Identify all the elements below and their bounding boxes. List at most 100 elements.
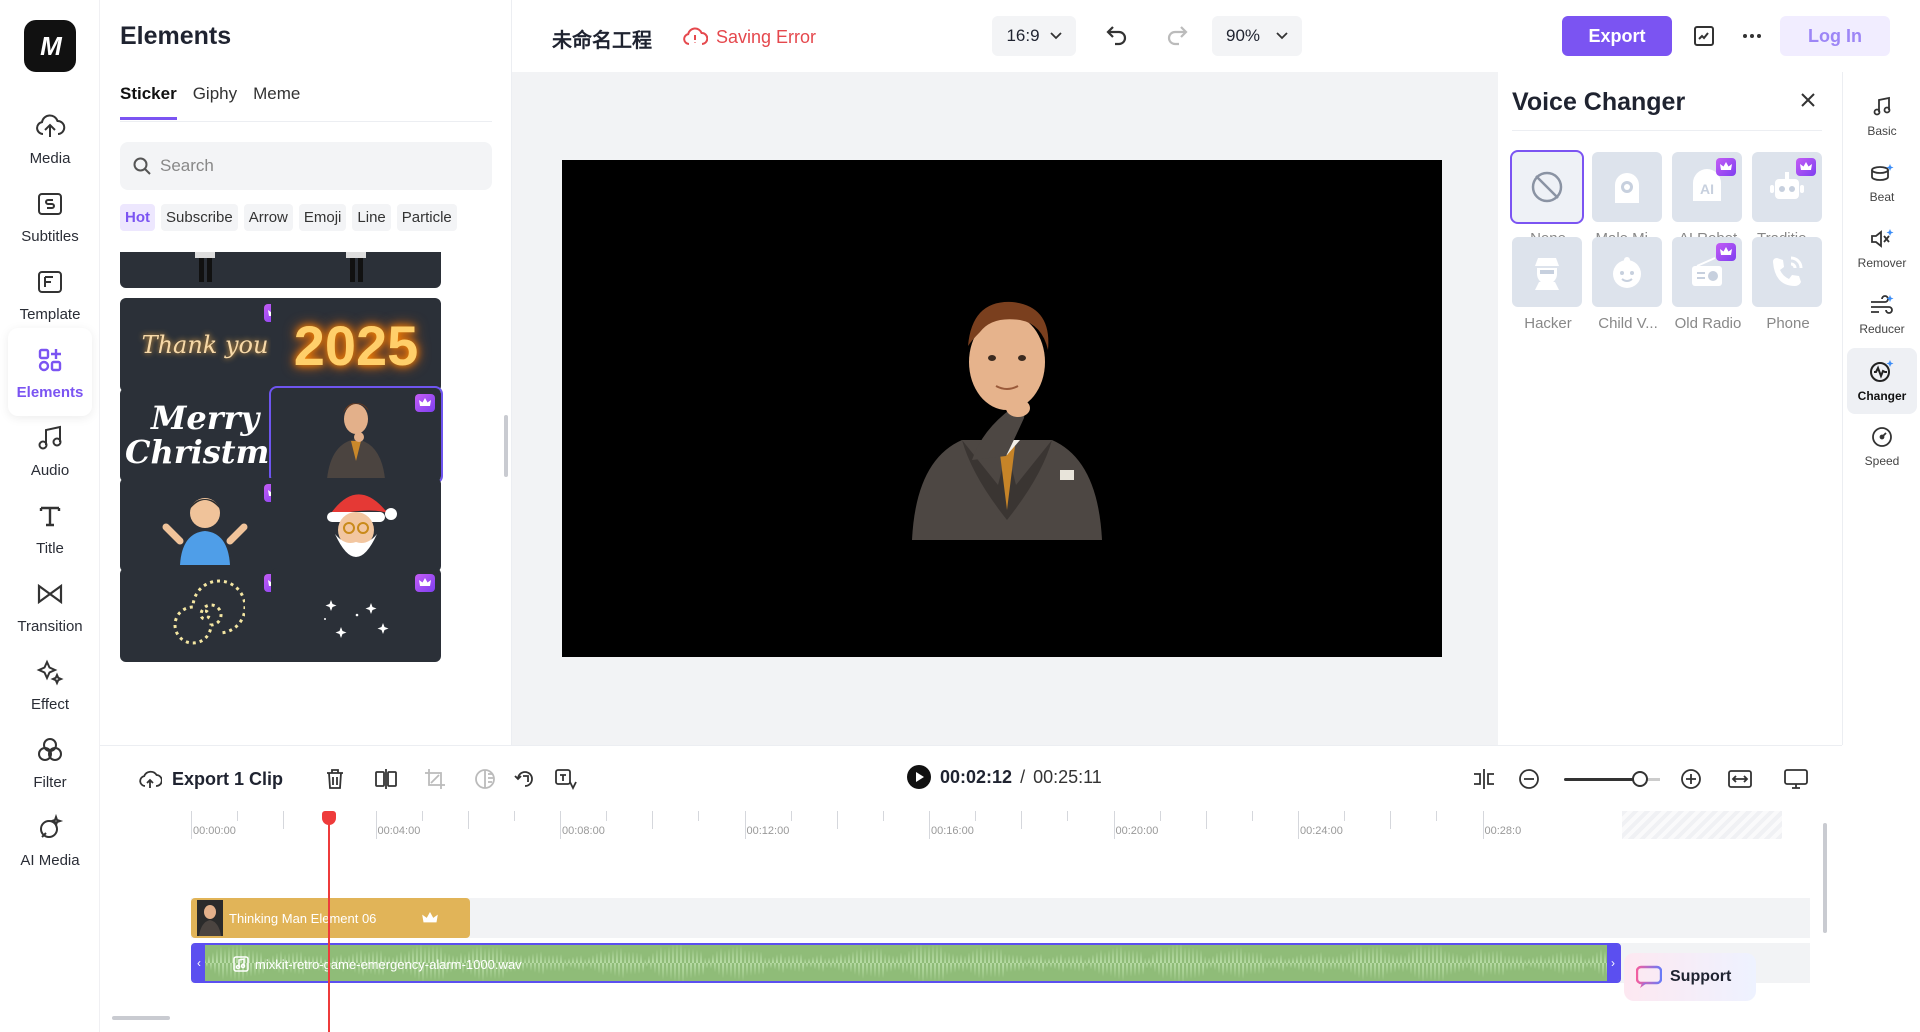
sticker-dancer-left[interactable]	[120, 252, 290, 288]
sticker-shrug-man[interactable]	[120, 478, 290, 572]
voice-none[interactable]: None	[1512, 152, 1584, 247]
voice-hacker[interactable]: Hacker	[1512, 237, 1584, 332]
app-logo[interactable]: M	[24, 20, 76, 72]
support-button[interactable]: Support	[1624, 953, 1756, 1001]
delete-icon[interactable]	[324, 768, 346, 790]
rail-item-changer[interactable]: Changer	[1847, 348, 1917, 414]
audio-clip[interactable]: ‹ mixkit-retro-game-emergency-alarm-1000…	[191, 943, 1621, 983]
rail-label: Changer	[1858, 389, 1907, 403]
sticker-merry-christmas[interactable]: Merry Christmas	[120, 388, 290, 482]
export-button[interactable]: Export	[1562, 16, 1672, 56]
save-status[interactable]: Saving Error	[682, 26, 816, 48]
ruler-minor-tick	[837, 811, 838, 829]
zoom-select[interactable]: 90%	[1212, 16, 1302, 56]
split-icon[interactable]	[374, 768, 398, 790]
nav-item-media[interactable]: Media	[8, 94, 92, 182]
rail-item-speed[interactable]: Speed	[1847, 414, 1917, 480]
rail-item-reducer[interactable]: Reducer	[1847, 282, 1917, 348]
play-icon[interactable]	[906, 764, 932, 790]
video-canvas[interactable]	[562, 160, 1442, 657]
export-clip-button[interactable]: Export 1 Clip	[138, 768, 283, 790]
rail-item-basic[interactable]: Basic	[1847, 84, 1917, 150]
nav-item-ai-media[interactable]: AI Media	[8, 796, 92, 884]
ruler-minor-tick	[237, 811, 238, 821]
edit-notes-icon[interactable]	[1692, 24, 1716, 48]
ruler-minor-tick	[468, 811, 469, 829]
rail-label: Basic	[1867, 124, 1896, 138]
nav-item-audio[interactable]: Audio	[8, 406, 92, 494]
nav-item-transition[interactable]: Transition	[8, 562, 92, 650]
sticker-twinkle-stars[interactable]	[271, 568, 441, 662]
sticker-clip[interactable]: Thinking Man Element 06	[191, 898, 470, 938]
zoom-in-icon[interactable]	[1680, 768, 1702, 790]
crop-icon[interactable]	[424, 768, 446, 790]
voice-phone[interactable]: Phone	[1752, 237, 1824, 332]
aspect-ratio-select[interactable]: 16:9	[992, 16, 1076, 56]
speed-reverse-icon[interactable]	[514, 768, 536, 790]
sticker-scrollbar[interactable]	[504, 415, 508, 477]
timeline-horizontal-scrollbar[interactable]	[112, 1016, 170, 1020]
premium-crown-icon	[415, 394, 435, 412]
star-spiral-icon	[165, 575, 245, 655]
rail-item-beat[interactable]: Beat	[1847, 150, 1917, 216]
timeline-vertical-scrollbar[interactable]	[1823, 823, 1827, 933]
voice-old-radio[interactable]: Old Radio	[1672, 237, 1744, 332]
tab-sticker[interactable]: Sticker	[120, 84, 177, 120]
clip-trim-left-handle[interactable]: ‹	[193, 945, 205, 981]
music-note-icon	[34, 422, 66, 454]
sticker-thank-you[interactable]: Thank you	[120, 298, 290, 392]
chip-particle[interactable]: Particle	[397, 204, 457, 231]
tab-meme[interactable]: Meme	[253, 84, 300, 120]
sticker-star-spiral[interactable]	[120, 568, 290, 662]
nav-item-elements[interactable]: Elements	[8, 328, 92, 416]
clip-trim-right-handle[interactable]: ›	[1607, 945, 1619, 981]
sticker-santa-face[interactable]	[271, 478, 441, 572]
tab-giphy[interactable]: Giphy	[193, 84, 237, 120]
voice-label: Hacker	[1512, 315, 1584, 332]
sticker-thinking-man[interactable]	[271, 388, 441, 482]
sticker-dancer-right[interactable]	[271, 252, 441, 288]
nav-item-effect[interactable]: Effect	[8, 640, 92, 728]
voice-traditional-robot[interactable]: Traditio...	[1752, 152, 1824, 247]
sticker-sparkler-2025[interactable]: 2025	[271, 298, 441, 392]
snap-magnet-icon[interactable]	[1472, 768, 1496, 790]
chip-emoji[interactable]: Emoji	[299, 204, 347, 231]
more-icon[interactable]	[1740, 24, 1764, 48]
zoom-out-icon[interactable]	[1518, 768, 1540, 790]
voice-male-minion[interactable]: Male Mi...	[1592, 152, 1664, 247]
chip-arrow[interactable]: Arrow	[244, 204, 293, 231]
playhead[interactable]	[328, 811, 330, 1032]
mask-icon[interactable]	[474, 768, 496, 790]
timeline-zoom-slider[interactable]	[1564, 778, 1660, 781]
login-button[interactable]: Log In	[1780, 16, 1890, 56]
playhead-handle[interactable]	[322, 811, 336, 825]
search-input[interactable]	[160, 156, 460, 176]
fit-timeline-icon[interactable]	[1728, 768, 1752, 790]
timeline-tracks[interactable]: 00:00:0000:04:0000:08:0000:12:0000:16:00…	[100, 811, 1842, 1032]
hacker-icon	[1527, 252, 1567, 292]
chip-subscribe[interactable]: Subscribe	[161, 204, 238, 231]
close-icon[interactable]	[1798, 90, 1818, 110]
project-name[interactable]: 未命名工程	[552, 24, 652, 53]
sticker-clip-name: Thinking Man Element 06	[229, 911, 376, 926]
rail-item-remover[interactable]: Remover	[1847, 216, 1917, 282]
voice-changer-icon	[1869, 359, 1895, 383]
auto-caption-icon[interactable]	[554, 768, 578, 790]
sticker-text: 2025	[294, 313, 419, 378]
thinking-man-sticker-icon[interactable]	[902, 280, 1112, 540]
chip-line[interactable]: Line	[352, 204, 390, 231]
voice-ai-robot[interactable]: AI AI Robot	[1672, 152, 1744, 247]
screen-preview-icon[interactable]	[1784, 768, 1808, 790]
nav-item-filter[interactable]: Filter	[8, 718, 92, 806]
chip-hot[interactable]: Hot	[120, 204, 155, 231]
undo-icon[interactable]	[1104, 22, 1130, 48]
left-nav: M Media Subtitles Template Elements Audi…	[0, 0, 100, 1032]
ruler-minor-tick	[1067, 811, 1068, 821]
transition-icon	[34, 578, 66, 610]
slider-knob[interactable]	[1632, 771, 1648, 787]
voice-child-voice[interactable]: Child V...	[1592, 237, 1664, 332]
nav-item-subtitles[interactable]: Subtitles	[8, 172, 92, 260]
nav-item-template[interactable]: Template	[8, 250, 92, 338]
nav-item-title[interactable]: Title	[8, 484, 92, 572]
redo-icon[interactable]	[1164, 22, 1190, 48]
